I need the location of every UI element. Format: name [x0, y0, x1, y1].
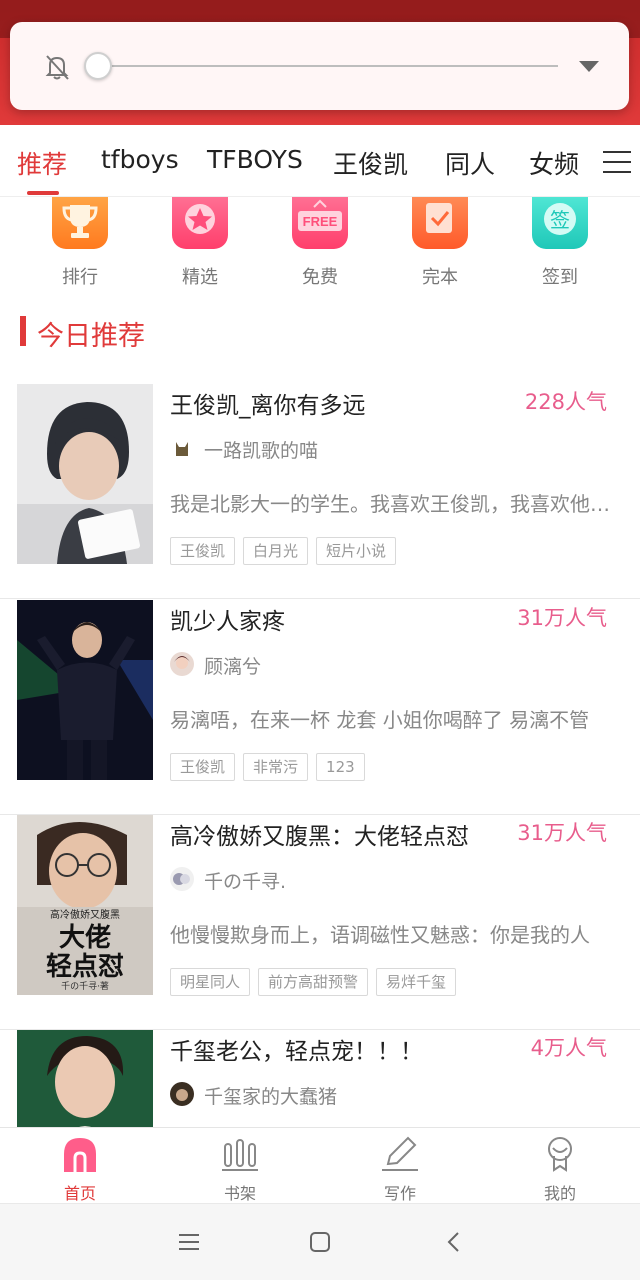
nav-bookshelf[interactable]: 书架	[160, 1128, 320, 1204]
book-title[interactable]: 王俊凯_离你有多远	[170, 386, 366, 420]
free-badge-text: FREE	[303, 214, 338, 229]
book-description: 我是北影大一的学生。我喜欢王俊凯，我喜欢他很久了	[170, 492, 615, 516]
volume-slider-track[interactable]	[98, 65, 558, 67]
tab-recommend[interactable]: 推荐	[17, 145, 67, 181]
menu-icon[interactable]	[603, 149, 631, 175]
book-title[interactable]: 凯少人家疼	[170, 602, 285, 636]
book-popularity: 31万人气	[517, 606, 607, 630]
book-author: 一路凯歌的喵	[204, 440, 319, 462]
book-tag[interactable]: 前方高甜预警	[258, 968, 369, 996]
book-tag[interactable]: 易烊千玺	[376, 968, 457, 996]
book-item[interactable]: 高冷傲娇又腹黑 大佬 轻点怼 千の千寻·著 高冷傲娇又腹黑：大佬轻点怼 31万人…	[0, 815, 640, 1030]
volume-panel	[10, 22, 629, 110]
quick-completed-label: 完本	[422, 267, 458, 288]
home-button-icon[interactable]	[308, 1230, 332, 1254]
quick-free[interactable]: FREE 免费	[265, 197, 375, 297]
system-nav-bar	[0, 1203, 640, 1280]
book-tag[interactable]: 123	[316, 753, 365, 781]
book-tag[interactable]: 非常污	[243, 753, 309, 781]
sign-in-badge-text: 签	[550, 208, 570, 232]
author-avatar	[170, 436, 194, 460]
sign-in-icon: 签	[532, 197, 588, 249]
book-tag[interactable]: 王俊凯	[170, 537, 236, 565]
book-tags: 明星同人 前方高甜预警 易烊千玺	[170, 968, 464, 996]
book-description: 易漓唔，在来一杯 龙套 小姐你喝醉了 易漓不管	[170, 708, 590, 732]
channel-tabs: 推荐 tfboys TFBOYS 王俊凯 同人 女频	[0, 125, 640, 197]
pencil-icon	[382, 1136, 418, 1171]
book-tag[interactable]: 白月光	[243, 537, 309, 565]
trophy-icon	[52, 197, 108, 249]
book-tags: 王俊凯 白月光 短片小说	[170, 537, 404, 565]
book-popularity: 228人气	[524, 390, 607, 414]
free-icon: FREE	[292, 197, 348, 249]
quick-completed[interactable]: 完本	[385, 197, 495, 297]
author-avatar	[170, 652, 194, 676]
cover-subtitle: 高冷傲娇又腹黑	[50, 908, 120, 921]
book-cover[interactable]: 高冷傲娇又腹黑 大佬 轻点怼 千の千寻·著	[17, 815, 153, 995]
book-tag[interactable]: 短片小说	[316, 537, 397, 565]
chevron-down-icon[interactable]	[577, 58, 601, 74]
author-avatar	[170, 1082, 194, 1106]
book-popularity: 4万人气	[530, 1036, 607, 1060]
tab-wang-junkai[interactable]: 王俊凯	[333, 145, 408, 181]
nav-write[interactable]: 写作	[320, 1128, 480, 1204]
quick-sign-in-label: 签到	[542, 267, 578, 288]
bottom-nav: 首页 书架 写作 我的	[0, 1127, 640, 1203]
book-author: 顾漓兮	[204, 656, 262, 678]
book-author: 千玺家的大蠢猪	[204, 1086, 338, 1108]
star-icon	[172, 197, 228, 249]
tab-female-channel[interactable]: 女频	[529, 145, 579, 181]
home-icon	[64, 1138, 96, 1172]
volume-slider-thumb[interactable]	[84, 52, 112, 80]
book-cover[interactable]	[17, 600, 153, 780]
book-author: 千の千寻.	[204, 871, 287, 893]
check-icon	[412, 197, 468, 249]
cover-title-line1: 大佬	[59, 923, 111, 953]
book-item[interactable]: 凯少人家疼 31万人气 顾漓兮 易漓唔，在来一杯 龙套 小姐你喝醉了 易漓不管 …	[0, 600, 640, 815]
section-title: 今日推荐	[37, 321, 145, 352]
book-cover[interactable]	[17, 384, 153, 564]
nav-profile[interactable]: 我的	[480, 1128, 640, 1204]
nav-home[interactable]: 首页	[0, 1128, 160, 1204]
quick-featured-label: 精选	[182, 267, 218, 288]
back-icon[interactable]	[443, 1230, 467, 1254]
book-item[interactable]: 王俊凯_离你有多远 228人气 一路凯歌的喵 我是北影大一的学生。我喜欢王俊凯，…	[0, 384, 640, 599]
section-marker	[20, 316, 26, 346]
quick-sign-in[interactable]: 签 签到	[505, 197, 615, 297]
book-title[interactable]: 高冷傲娇又腹黑：大佬轻点怼	[170, 817, 469, 851]
tab-fan-fiction[interactable]: 同人	[445, 145, 495, 181]
recent-apps-icon[interactable]	[177, 1230, 201, 1254]
tab-tfboys[interactable]: tfboys	[101, 145, 179, 174]
book-title[interactable]: 千玺老公，轻点宠！！！	[170, 1032, 423, 1066]
book-tags: 王俊凯 非常污 123	[170, 753, 373, 781]
nav-bookshelf-label: 书架	[223, 1184, 256, 1203]
book-tag[interactable]: 王俊凯	[170, 753, 236, 781]
cover-title-line2: 轻点怼	[46, 951, 124, 982]
book-tag[interactable]: 明星同人	[170, 968, 251, 996]
nav-profile-label: 我的	[543, 1184, 576, 1203]
cover-author: 千の千寻·著	[61, 980, 109, 992]
book-description: 他慢慢欺身而上，语调磁性又魅惑：你是我的人	[170, 923, 590, 947]
app-root: 推荐 tfboys TFBOYS 王俊凯 同人 女频 排行 精选 FREE 免费…	[0, 0, 640, 1280]
nav-write-label: 写作	[383, 1184, 416, 1203]
quick-free-label: 免费	[302, 267, 338, 288]
tab-active-indicator	[27, 191, 59, 195]
book-popularity: 31万人气	[517, 821, 607, 845]
nav-home-label: 首页	[63, 1184, 96, 1203]
author-avatar	[170, 867, 194, 891]
quick-ranking[interactable]: 排行	[25, 197, 135, 297]
quick-ranking-label: 排行	[62, 267, 98, 288]
tab-tfboys-upper[interactable]: TFBOYS	[207, 145, 303, 174]
quick-featured[interactable]: 精选	[145, 197, 255, 297]
bookshelf-icon	[222, 1139, 258, 1171]
bell-mute-icon[interactable]	[42, 52, 72, 82]
profile-icon	[548, 1137, 572, 1172]
